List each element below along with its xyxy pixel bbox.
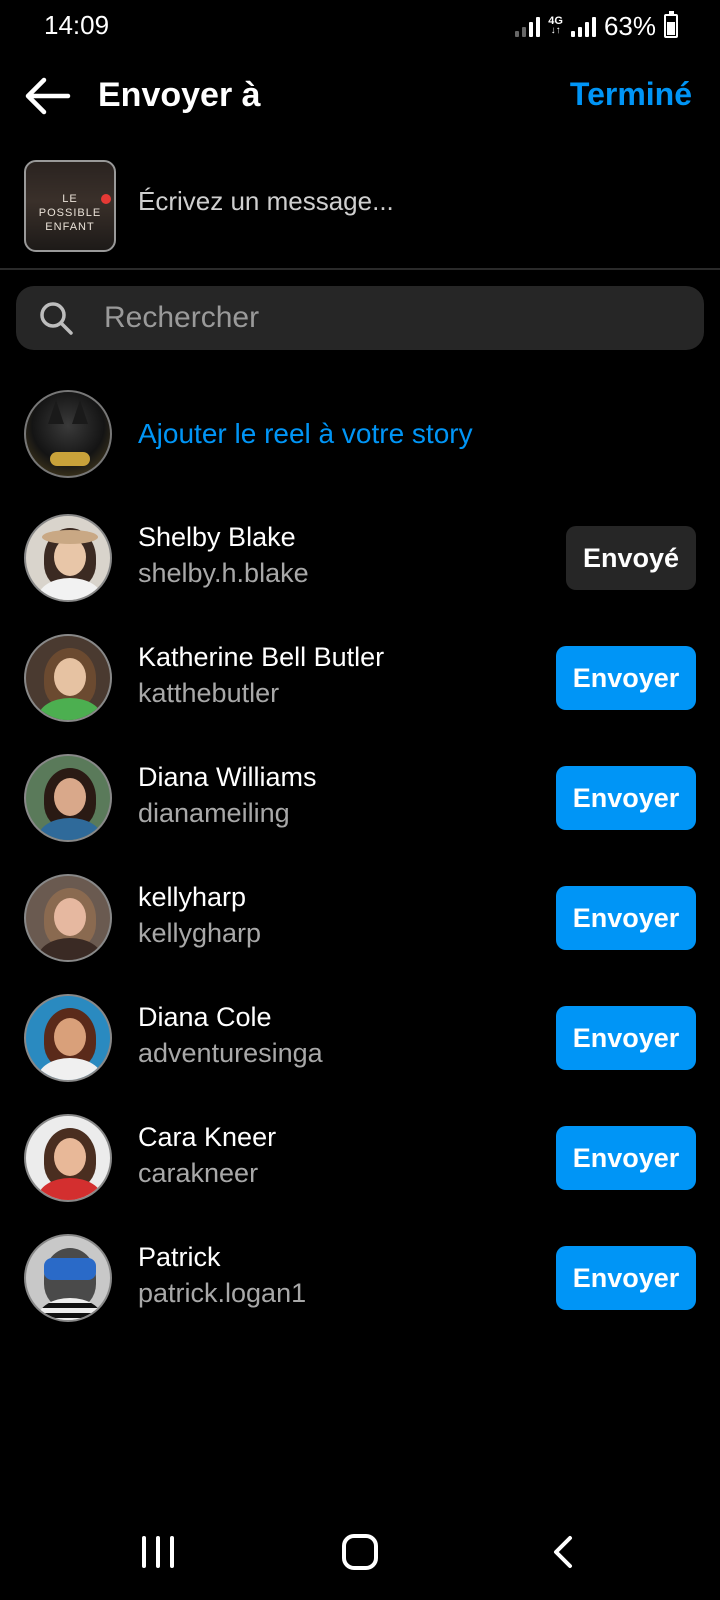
search-box[interactable] [16, 286, 704, 350]
page-title: Envoyer à [98, 76, 261, 114]
contact-username: shelby.h.blake [138, 558, 309, 588]
contact-name: Shelby Blake [138, 522, 296, 552]
contact-name: Cara Kneer [138, 1122, 277, 1152]
message-input[interactable] [138, 186, 678, 217]
back-button[interactable] [22, 74, 72, 118]
home-icon[interactable] [342, 1534, 378, 1570]
send-button[interactable]: Envoyer [556, 1126, 696, 1190]
done-button[interactable]: Terminé [570, 76, 692, 113]
status-icons: 4G ↓↑ 63% [515, 10, 678, 42]
contact-row: Diana Williams dianameiling Envoyer [0, 750, 720, 846]
contact-name: Patrick [138, 1242, 221, 1272]
arrow-left-icon [25, 77, 71, 115]
send-button[interactable]: Envoyer [556, 886, 696, 950]
send-button[interactable]: Envoyer [556, 766, 696, 830]
compose-row: LE POSSIBLE ENFANT [0, 158, 720, 252]
status-time: 14:09 [44, 10, 110, 40]
contact-username: katthebutler [138, 678, 280, 708]
contact-username: kellygharp [138, 918, 262, 948]
avatar [24, 634, 112, 722]
thumbnail-text: LE POSSIBLE ENFANT [38, 193, 102, 233]
contact-row: Cara Kneer carakneer Envoyer [0, 1110, 720, 1206]
recent-apps-icon[interactable] [142, 1536, 176, 1568]
story-avatar [24, 390, 112, 478]
send-button[interactable]: Envoyer [556, 646, 696, 710]
signal-icon [570, 15, 596, 37]
divider [0, 268, 720, 270]
avatar [24, 874, 112, 962]
red-dot-icon [101, 194, 111, 204]
back-icon[interactable] [548, 1534, 578, 1570]
reel-thumbnail: LE POSSIBLE ENFANT [24, 160, 116, 252]
status-bar: 14:09 4G ↓↑ 63% [0, 0, 720, 52]
contact-name: Diana Cole [138, 1002, 272, 1032]
contact-row: Diana Cole adventuresinga Envoyer [0, 990, 720, 1086]
system-nav-bar [0, 1520, 720, 1590]
contact-username: carakneer [138, 1158, 259, 1188]
contact-row: Katherine Bell Butler katthebutler Envoy… [0, 630, 720, 726]
contact-username: adventuresinga [138, 1038, 323, 1068]
contact-row: Shelby Blake shelby.h.blake Envoyé [0, 510, 720, 606]
contact-name: Diana Williams [138, 762, 317, 792]
battery-level [667, 22, 675, 35]
search-input[interactable] [104, 298, 684, 338]
avatar [24, 994, 112, 1082]
avatar [24, 1234, 112, 1322]
contact-name: kellyharp [138, 882, 247, 912]
contact-name: Katherine Bell Butler [138, 642, 385, 672]
add-to-story-row[interactable]: Ajouter le reel à votre story [0, 388, 720, 478]
header: Envoyer à Terminé [0, 60, 720, 132]
sent-button[interactable]: Envoyé [566, 526, 696, 590]
avatar [24, 514, 112, 602]
network-4g-icon: 4G ↓↑ [548, 15, 563, 36]
contact-row: kellyharp kellygharp Envoyer [0, 870, 720, 966]
send-button[interactable]: Envoyer [556, 1006, 696, 1070]
contact-row: Patrick patrick.logan1 Envoyer [0, 1230, 720, 1326]
send-button[interactable]: Envoyer [556, 1246, 696, 1310]
add-to-story-label[interactable]: Ajouter le reel à votre story [138, 418, 473, 450]
contact-username: dianameiling [138, 798, 290, 828]
battery-icon [664, 11, 678, 38]
search-icon [40, 302, 73, 335]
signal-icon [515, 15, 541, 37]
avatar [24, 754, 112, 842]
contact-username: patrick.logan1 [138, 1278, 307, 1308]
avatar [24, 1114, 112, 1202]
battery-percent: 63% [603, 10, 656, 41]
